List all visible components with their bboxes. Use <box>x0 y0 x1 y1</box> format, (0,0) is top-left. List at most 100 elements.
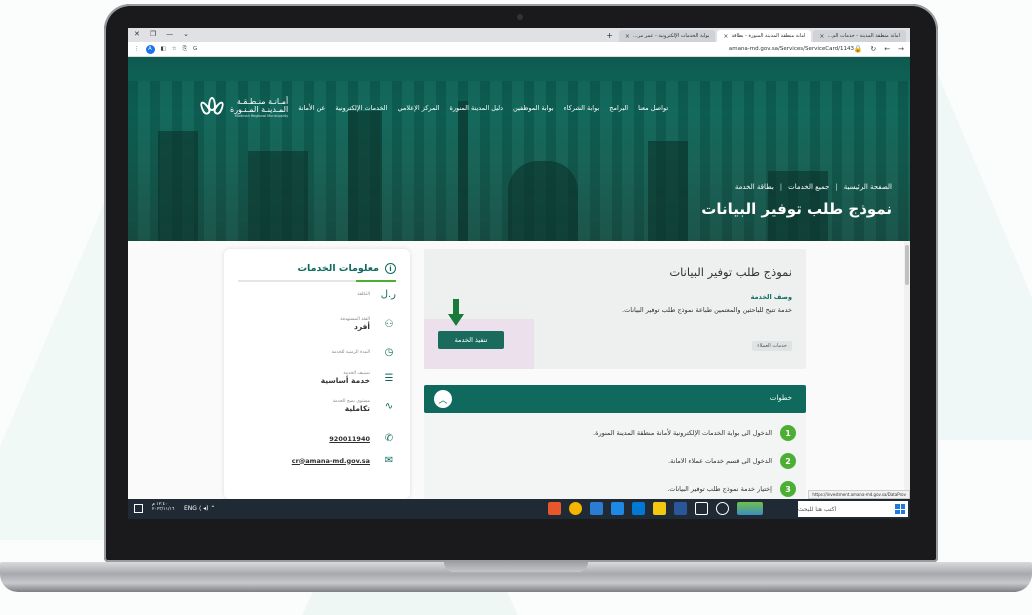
hero-banner: أمـانـة منـطـقـة المـدينـة المـنـورة Mad… <box>128 57 910 241</box>
steps-header[interactable]: خطوات ︿ <box>424 385 806 413</box>
step-number: 2 <box>780 453 796 469</box>
forward-icon[interactable]: → <box>898 45 904 53</box>
browser-tab[interactable]: بوابة الخدمات الإلكترونية - عمر مر... × <box>618 30 716 42</box>
star-icon[interactable]: ☆ <box>172 46 177 52</box>
chevron-down-icon[interactable]: ⌄ <box>183 30 189 38</box>
info-row-category: ☰ تصنيف الخدمة خدمة أساسية <box>321 371 396 385</box>
main-content: نموذج طلب توفير البيانات وصف الخدمة خدمة… <box>128 241 910 503</box>
service-title: نموذج طلب توفير البيانات <box>669 265 792 279</box>
building <box>648 141 688 241</box>
site-logo[interactable]: أمـانـة منـطـقـة المـدينـة المـنـورة Mad… <box>198 97 288 119</box>
taskbar-search[interactable]: اكتب هنا للبحث <box>798 501 908 517</box>
close-icon[interactable]: × <box>723 33 728 40</box>
panel-header: i معلومات الخدمات <box>297 263 396 274</box>
weather-icon[interactable] <box>737 502 763 515</box>
folder-icon[interactable] <box>653 502 666 515</box>
service-info-panel: i معلومات الخدمات ر.ل التكلفة ⚇ الفئة ال… <box>224 249 410 499</box>
chrome-icon[interactable] <box>569 502 582 515</box>
clock-icon: ◷ <box>384 347 394 358</box>
status-url: https://investment.amana-md.gov.sa/DataP… <box>808 490 910 499</box>
info-row-email: ✉ cr@amana-md.gov.sa <box>292 455 396 466</box>
phone-link[interactable]: 920011940 <box>329 435 370 443</box>
breadcrumb-all-services[interactable]: جميع الخدمات <box>788 183 829 191</box>
minaret <box>458 101 468 241</box>
info-row-phone: ✆ 920011940 <box>329 433 396 444</box>
nav-item-about[interactable]: عن الأمانة <box>298 104 325 112</box>
close-window-icon[interactable]: ✕ <box>134 30 140 38</box>
new-tab-icon[interactable]: + <box>606 31 613 40</box>
riyal-icon: ر.ل <box>380 289 396 300</box>
windows-start-icon[interactable] <box>895 504 905 514</box>
nav-item-guide[interactable]: دليل المدينة المنورة <box>450 104 504 112</box>
building <box>158 131 198 241</box>
url-field[interactable]: amana-md.gov.sa/Services/ServiceCard/114… <box>729 46 854 52</box>
execute-service-button[interactable]: تنفيذ الخدمة <box>438 331 504 349</box>
notification-icon[interactable] <box>134 504 143 513</box>
profile-avatar[interactable]: A <box>145 44 155 54</box>
chevron-up-icon[interactable]: ︿ <box>434 390 452 408</box>
back-icon[interactable]: ← <box>884 45 890 53</box>
address-bar: ⋮ A ◧ ☆ ⎘ G amana-md.gov.sa/Services/Ser… <box>128 42 910 57</box>
building <box>348 111 382 241</box>
nav-item-contact[interactable]: تواصل معنا <box>638 104 668 112</box>
building <box>248 151 308 241</box>
nav-item-media[interactable]: المركز الإعلامي <box>397 104 439 112</box>
audience-value: أفرد <box>354 322 370 331</box>
cost-label: التكلفة <box>357 292 370 297</box>
cortana-icon[interactable] <box>716 502 729 515</box>
app-icon[interactable] <box>611 502 624 515</box>
page-scrollbar[interactable] <box>904 241 910 499</box>
taskbar-clock[interactable]: ١٢:٤٠ م ٢٠٢٣/١١/١٦ <box>152 502 174 513</box>
sidebar-icon[interactable]: ◧ <box>161 46 166 52</box>
lock-icon[interactable]: 🔒 <box>854 45 863 53</box>
info-icon: i <box>385 263 396 274</box>
minimize-window-icon[interactable]: — <box>166 30 173 38</box>
nav-item-employees[interactable]: بوابة الموظفين <box>513 104 554 112</box>
maturity-value: تكاملية <box>344 404 370 413</box>
system-tray[interactable]: ENG ⟨ ◂) ⌃ <box>184 505 215 512</box>
breadcrumb-separator: | <box>835 183 838 191</box>
nav-item-eservices[interactable]: الخدمات الإلكترونية <box>335 104 387 112</box>
share-icon[interactable]: ⎘ <box>183 46 187 53</box>
list-icon: ☰ <box>384 372 394 384</box>
email-link[interactable]: cr@amana-md.gov.sa <box>292 457 370 465</box>
steps-list: 1 الدخول الى بوابة الخدمات الإلكترونية ل… <box>424 413 806 503</box>
category-value: خدمة أساسية <box>320 376 370 385</box>
step-text: الدخول الى قسم خدمات عملاء الامانة. <box>668 457 772 465</box>
app-icon[interactable] <box>590 502 603 515</box>
camera-icon <box>517 14 523 20</box>
browser-tabbar: امانة منطقة المدينة - خدمات الم... × امان… <box>128 28 910 42</box>
reload-icon[interactable]: ↻ <box>870 45 876 53</box>
duration-label: المدة الزمنية للخدمة <box>331 350 370 355</box>
step-text: إختيار خدمة نموذج طلب توفير البيانات. <box>667 485 772 493</box>
tab-label: امانة منطقة المدينة المنورة - بطاقة <box>731 33 806 39</box>
tab-label: امانة منطقة المدينة - خدمات الم... <box>827 33 900 39</box>
browser-tab[interactable]: امانة منطقة المدينة - خدمات الم... × <box>813 30 906 42</box>
google-icon[interactable]: G <box>193 46 197 52</box>
close-icon[interactable]: × <box>625 33 630 40</box>
stage: امانة منطقة المدينة - خدمات الم... × امان… <box>0 0 1032 615</box>
store-icon[interactable] <box>632 502 645 515</box>
panel-underline <box>238 280 396 282</box>
phone-icon: ✆ <box>384 433 394 444</box>
close-icon[interactable]: × <box>819 33 824 40</box>
activity-icon: ∿ <box>384 400 394 412</box>
arrow-down-icon <box>448 299 464 327</box>
app-icon[interactable] <box>548 502 561 515</box>
app-icon[interactable] <box>674 502 687 515</box>
browser-tab-active[interactable]: امانة منطقة المدينة المنورة - بطاقة × <box>717 30 812 42</box>
restore-window-icon[interactable]: ❐ <box>150 30 156 38</box>
steps-title: خطوات <box>769 394 792 402</box>
nav-item-partners[interactable]: بوابة الشركاء <box>564 104 600 112</box>
menu-icon[interactable]: ⋮ <box>134 46 140 52</box>
nav-item-programs[interactable]: البرامج <box>609 104 628 112</box>
breadcrumb-home[interactable]: الصفحة الرئيسية <box>844 183 892 191</box>
info-row-cost: ر.ل التكلفة <box>357 289 396 300</box>
top-navigation: أمـانـة منـطـقـة المـدينـة المـنـورة Mad… <box>188 97 894 119</box>
step-number: 1 <box>780 425 796 441</box>
task-view-icon[interactable] <box>695 502 708 515</box>
step-item: 2 الدخول الى قسم خدمات عملاء الامانة. <box>668 453 796 469</box>
description-label: وصف الخدمة <box>750 293 792 301</box>
step-item: 3 إختيار خدمة نموذج طلب توفير البيانات. <box>667 481 796 497</box>
service-tag[interactable]: خدمات العملاء <box>752 341 792 351</box>
